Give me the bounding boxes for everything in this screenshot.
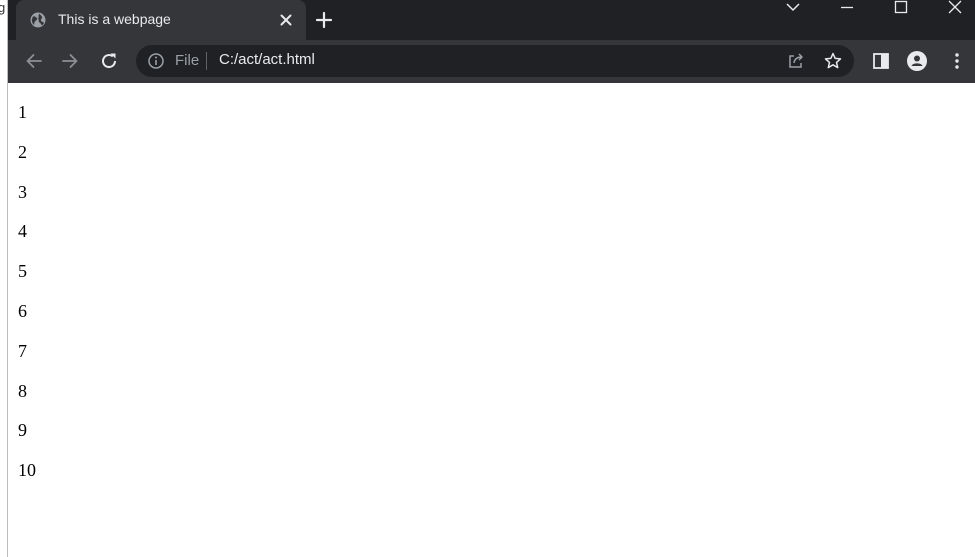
browser-window: This is a webpage File C:/act/act.html 1…	[8, 0, 975, 557]
background-window-edge: gi	[0, 0, 8, 557]
new-tab-button[interactable]	[314, 10, 334, 30]
divider	[206, 52, 207, 70]
close-icon[interactable]	[278, 12, 294, 28]
list-item: 4	[18, 221, 27, 242]
menu-icon[interactable]	[947, 51, 967, 71]
close-window-icon	[948, 0, 962, 14]
list-item: 9	[18, 420, 27, 441]
toolbar: File C:/act/act.html	[8, 40, 975, 83]
address-bar[interactable]: File C:/act/act.html	[136, 45, 854, 77]
list-item: 10	[18, 460, 36, 481]
chevron-down-icon	[786, 3, 800, 12]
list-item: 1	[18, 102, 27, 122]
list-item: 6	[18, 300, 27, 321]
url-text[interactable]: C:/act/act.html	[219, 51, 315, 68]
maximize-icon	[894, 0, 908, 14]
list-item: 8	[18, 380, 27, 401]
close-window-button[interactable]	[932, 0, 975, 30]
minimize-icon	[841, 6, 853, 9]
side-panel-icon[interactable]	[871, 51, 891, 71]
background-window-text: gi	[0, 0, 6, 15]
info-icon[interactable]	[147, 52, 165, 70]
maximize-button[interactable]	[878, 0, 924, 30]
active-tab[interactable]: This is a webpage	[16, 0, 306, 40]
minimize-button[interactable]	[824, 0, 870, 30]
tab-search-button[interactable]	[770, 0, 816, 30]
reload-icon[interactable]	[99, 51, 119, 71]
list-item: 7	[18, 340, 27, 361]
share-icon[interactable]	[786, 51, 806, 71]
forward-arrow-icon[interactable]	[60, 51, 80, 71]
globe-icon	[30, 12, 46, 28]
back-arrow-icon[interactable]	[24, 51, 44, 71]
number-list: 1 2 3 4 5 6 7 8 9 10	[18, 101, 36, 499]
star-icon[interactable]	[823, 51, 843, 71]
tab-strip: This is a webpage	[8, 0, 975, 40]
tab-title: This is a webpage	[58, 11, 171, 27]
page-content: 1 2 3 4 5 6 7 8 9 10	[8, 83, 975, 557]
profile-icon[interactable]	[907, 51, 927, 71]
list-item: 2	[18, 141, 27, 162]
list-item: 3	[18, 181, 27, 202]
scheme-label: File	[175, 52, 200, 69]
list-item: 5	[18, 261, 27, 282]
